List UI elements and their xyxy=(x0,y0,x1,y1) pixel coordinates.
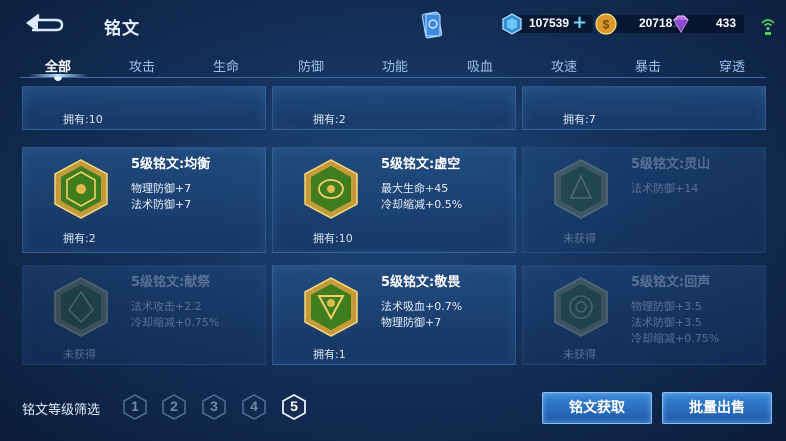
svg-text:$: $ xyxy=(603,18,610,32)
tab-defense[interactable]: 防御 xyxy=(281,56,341,75)
acquire-inscription-button[interactable]: 铭文获取 xyxy=(542,392,652,424)
inscription-attr: 物理防御+7 xyxy=(131,182,192,195)
tab-divider xyxy=(20,77,766,78)
inscription-name: 5级铭文:敬畏 xyxy=(381,275,461,290)
bulk-sell-button[interactable]: 批量出售 xyxy=(662,392,772,424)
tab-all[interactable]: 全部 xyxy=(28,56,88,75)
wifi-signal-icon xyxy=(761,19,775,35)
inscription-attr: 物理防御+7 xyxy=(381,316,442,329)
inscription-emblem-icon xyxy=(54,277,108,337)
inscription-name: 5级铭文:虚空 xyxy=(381,157,461,172)
inscription-screen: 铭文 107539 + $ 207181 433 全部 攻击 生命 防御 功能 … xyxy=(0,0,786,441)
gold-coin-icon: $ xyxy=(595,13,617,35)
inscription-card[interactable]: 5级铭文:回声 物理防御+3.5 法术防御+3.5 冷却缩减+0.75% 未获得 xyxy=(522,265,766,365)
owned-status: 未获得 xyxy=(563,348,596,361)
owned-count: 拥有:1 xyxy=(313,348,346,361)
diamond-icon xyxy=(502,13,522,35)
owned-count: 拥有:7 xyxy=(563,113,596,126)
owned-count: 拥有:10 xyxy=(313,232,353,245)
inscription-card[interactable]: 5级铭文:虚空 最大生命+45 冷却缩减+0.5% 拥有:10 xyxy=(272,147,516,253)
owned-status: 未获得 xyxy=(63,348,96,361)
inscription-attr: 物理防御+3.5 xyxy=(631,300,702,313)
inscription-name: 5级铭文:回声 xyxy=(631,275,711,290)
tab-utility[interactable]: 功能 xyxy=(365,56,425,75)
inscription-attr: 法术防御+14 xyxy=(631,182,699,195)
tab-health[interactable]: 生命 xyxy=(196,56,256,75)
inscription-emblem-icon xyxy=(304,159,358,219)
owned-count: 拥有:10 xyxy=(63,113,103,126)
tab-attack-speed[interactable]: 攻速 xyxy=(534,56,594,75)
back-arrow-icon[interactable] xyxy=(22,12,66,34)
owned-count: 拥有:2 xyxy=(313,113,346,126)
inscription-attr: 冷却缩减+0.75% xyxy=(631,332,720,345)
inscription-attr: 冷却缩减+0.5% xyxy=(381,198,463,211)
owned-count: 拥有:2 xyxy=(63,232,96,245)
level-filter-label: 铭文等级筛选 xyxy=(22,403,101,418)
inscription-emblem-icon xyxy=(554,277,608,337)
owned-status: 未获得 xyxy=(563,232,596,245)
inscription-card[interactable]: 5级铭文:均衡 物理防御+7 法术防御+7 拥有:2 xyxy=(22,147,266,253)
inscription-name: 5级铭文:均衡 xyxy=(131,157,211,172)
inscription-attr: 最大生命+45 xyxy=(381,182,449,195)
diamond-count: 107539 xyxy=(528,16,569,30)
inscription-card[interactable]: 5级铭文:献祭 法术攻击+2.2 冷却缩减+0.75% 未获得 xyxy=(22,265,266,365)
inscription-name: 5级铭文:灵山 xyxy=(631,157,711,172)
inscription-emblem-icon xyxy=(554,159,608,219)
level-filter-1[interactable]: 1 xyxy=(122,394,148,420)
tab-attack[interactable]: 攻击 xyxy=(112,56,172,75)
inscription-attr: 法术防御+3.5 xyxy=(631,316,702,329)
inscription-deck-icon[interactable] xyxy=(420,10,444,40)
inscription-card[interactable]: 5级铭文:敬畏 法术吸血+0.7% 物理防御+7 拥有:1 xyxy=(272,265,516,365)
gem-currency: 433 xyxy=(672,15,744,33)
inscription-emblem-icon xyxy=(54,159,108,219)
tab-lifesteal[interactable]: 吸血 xyxy=(450,56,510,75)
inscription-attr: 法术防御+7 xyxy=(131,198,192,211)
level-filter-5[interactable]: 5 xyxy=(281,393,307,421)
inscription-card[interactable]: 拥有:7 xyxy=(522,86,766,130)
inscription-attr: 冷却缩减+0.75% xyxy=(131,316,220,329)
inscription-name: 5级铭文:献祭 xyxy=(131,275,211,290)
level-filter-3[interactable]: 3 xyxy=(201,394,227,420)
inscription-card[interactable]: 拥有:10 xyxy=(22,86,266,130)
page-title: 铭文 xyxy=(104,19,140,39)
inscription-attr: 法术攻击+2.2 xyxy=(131,300,202,313)
tab-penetration[interactable]: 穿透 xyxy=(702,56,762,75)
level-filter-4[interactable]: 4 xyxy=(241,394,267,420)
gem-icon xyxy=(673,15,689,33)
inscription-card[interactable]: 拥有:2 xyxy=(272,86,516,130)
inscription-emblem-icon xyxy=(304,277,358,337)
inscription-card[interactable]: 5级铭文:灵山 法术防御+14 未获得 xyxy=(522,147,766,253)
add-diamond-button[interactable]: + xyxy=(572,14,587,32)
inscription-attr: 法术吸血+0.7% xyxy=(381,300,463,313)
level-filter-2[interactable]: 2 xyxy=(161,394,187,420)
gem-count: 433 xyxy=(715,16,736,30)
tab-crit[interactable]: 暴击 xyxy=(618,56,678,75)
